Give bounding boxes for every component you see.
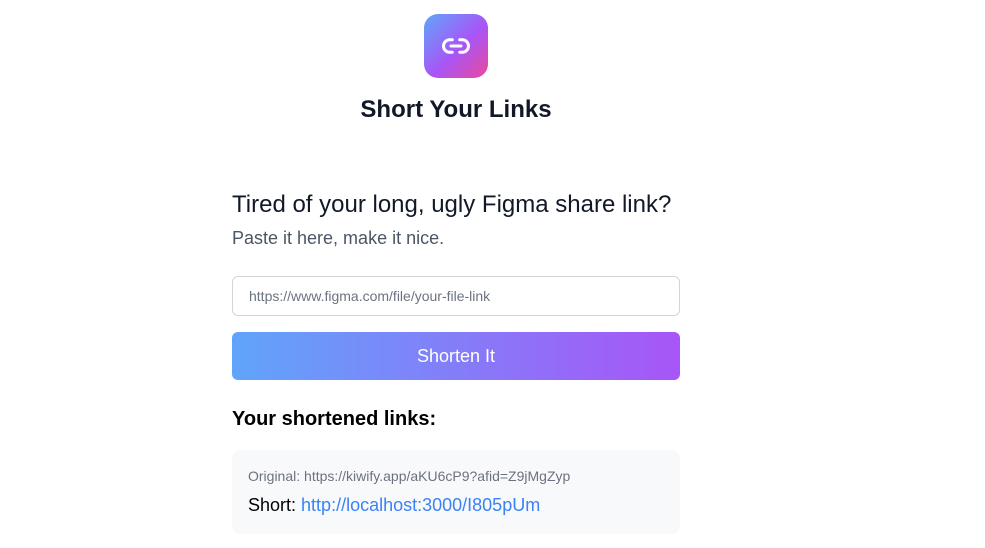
app-logo (424, 14, 488, 78)
short-url-link[interactable]: http://localhost:3000/I805pUm (301, 495, 540, 515)
main-content: Tired of your long, ugly Figma share lin… (232, 188, 680, 534)
hero-headline: Tired of your long, ugly Figma share lin… (232, 191, 672, 218)
shorten-button[interactable]: Shorten It (232, 332, 680, 380)
page: Short Your Links Tired of your long, ugl… (0, 0, 985, 548)
short-label: Short: (248, 495, 297, 515)
shortened-link-card: Original: https://kiwify.app/aKU6cP9?afi… (232, 450, 680, 534)
link-icon (442, 38, 470, 54)
original-label: Original: (248, 468, 301, 484)
short-url-line: Short: http://localhost:3000/I805pUm (248, 493, 664, 517)
app-title: Short Your Links (360, 96, 552, 123)
original-url-line: Original: https://kiwify.app/aKU6cP9?afi… (248, 467, 664, 485)
results-heading: Your shortened links: (232, 408, 437, 430)
hero-subheadline: Paste it here, make it nice. (232, 228, 445, 248)
url-input[interactable] (232, 276, 680, 316)
original-url: https://kiwify.app/aKU6cP9?afid=Z9jMgZyp (304, 468, 571, 484)
